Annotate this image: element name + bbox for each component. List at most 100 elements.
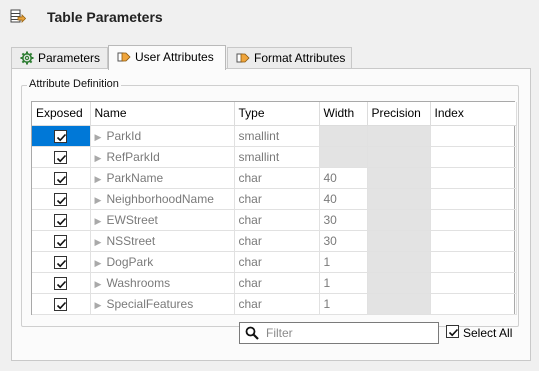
exposed-checkbox[interactable] [54, 129, 68, 143]
tab-user-attributes[interactable]: User Attributes [108, 45, 226, 70]
table-row[interactable]: ▶ ParkName char 40 [32, 167, 517, 189]
tab-format-attributes[interactable]: Format Attributes [227, 47, 352, 69]
exposed-checkbox[interactable] [54, 150, 68, 164]
table-row[interactable]: ▶ NeighborhoodName char 40 [32, 188, 517, 210]
exposed-cell[interactable] [32, 125, 91, 147]
expand-arrow-icon[interactable]: ▶ [95, 174, 107, 185]
index-cell[interactable] [430, 188, 517, 210]
column-header-type[interactable]: Type [234, 102, 320, 126]
precision-cell[interactable] [367, 230, 431, 252]
exposed-cell[interactable] [32, 230, 91, 252]
expand-arrow-icon[interactable]: ▶ [95, 237, 107, 248]
width-cell[interactable]: 40 [319, 167, 368, 189]
table-row[interactable]: ▶ ParkId smallint [32, 125, 517, 147]
precision-cell[interactable] [367, 167, 431, 189]
expand-arrow-icon[interactable]: ▶ [95, 279, 107, 290]
column-header-precision[interactable]: Precision [367, 102, 431, 126]
index-cell[interactable] [430, 125, 517, 147]
header: Table Parameters [0, 0, 539, 38]
name-cell[interactable]: ▶ Washrooms [90, 272, 235, 294]
column-header-index[interactable]: Index [430, 102, 517, 126]
width-cell[interactable]: 30 [319, 230, 368, 252]
table-row[interactable]: ▶ EWStreet char 30 [32, 209, 517, 231]
tab-parameters[interactable]: Parameters [11, 47, 108, 69]
column-header-width[interactable]: Width [319, 102, 368, 126]
width-cell[interactable] [319, 146, 368, 168]
table-row[interactable]: ▶ SpecialFeatures char 1 [32, 293, 517, 315]
name-cell[interactable]: ▶ ParkId [90, 125, 235, 147]
precision-cell[interactable] [367, 293, 431, 315]
exposed-checkbox[interactable] [54, 234, 68, 248]
exposed-cell[interactable] [32, 251, 91, 273]
name-cell[interactable]: ▶ SpecialFeatures [90, 293, 235, 315]
precision-cell[interactable] [367, 146, 431, 168]
index-cell[interactable] [430, 230, 517, 252]
attribute-name: SpecialFeatures [106, 296, 194, 311]
gear-icon [20, 51, 34, 65]
table-row[interactable]: ▶ Washrooms char 1 [32, 272, 517, 294]
name-cell[interactable]: ▶ NeighborhoodName [90, 188, 235, 210]
width-cell[interactable]: 1 [319, 293, 368, 315]
attribute-grid: Exposed Name Type Width Precision Index … [31, 101, 517, 315]
column-header-name[interactable]: Name [90, 102, 235, 126]
select-all-checkbox[interactable] [446, 325, 459, 338]
expand-arrow-icon[interactable]: ▶ [95, 300, 107, 311]
width-cell[interactable]: 40 [319, 188, 368, 210]
table-row[interactable]: ▶ DogPark char 1 [32, 251, 517, 273]
index-cell[interactable] [430, 167, 517, 189]
name-cell[interactable]: ▶ DogPark [90, 251, 235, 273]
checkmark-icon [448, 328, 459, 337]
expand-arrow-icon[interactable]: ▶ [95, 153, 107, 164]
width-cell[interactable]: 30 [319, 209, 368, 231]
column-header-exposed[interactable]: Exposed [32, 102, 91, 126]
expand-arrow-icon[interactable]: ▶ [95, 258, 107, 269]
name-cell[interactable]: ▶ RefParkId [90, 146, 235, 168]
type-cell[interactable]: char [234, 251, 320, 273]
precision-cell[interactable] [367, 188, 431, 210]
table-row[interactable]: ▶ RefParkId smallint [32, 146, 517, 168]
name-cell[interactable]: ▶ EWStreet [90, 209, 235, 231]
type-cell[interactable]: char [234, 230, 320, 252]
precision-cell[interactable] [367, 251, 431, 273]
exposed-checkbox[interactable] [54, 192, 68, 206]
name-cell[interactable]: ▶ NSStreet [90, 230, 235, 252]
exposed-checkbox[interactable] [54, 213, 68, 227]
table-row[interactable]: ▶ NSStreet char 30 [32, 230, 517, 252]
type-cell[interactable]: smallint [234, 125, 320, 147]
index-cell[interactable] [430, 293, 517, 315]
filter-input[interactable] [266, 325, 434, 341]
precision-cell[interactable] [367, 209, 431, 231]
type-cell[interactable]: char [234, 167, 320, 189]
width-cell[interactable]: 1 [319, 251, 368, 273]
exposed-checkbox[interactable] [54, 171, 68, 185]
exposed-cell[interactable] [32, 272, 91, 294]
index-cell[interactable] [430, 146, 517, 168]
width-cell[interactable]: 1 [319, 272, 368, 294]
type-cell[interactable]: char [234, 293, 320, 315]
exposed-checkbox[interactable] [54, 276, 68, 290]
name-cell[interactable]: ▶ ParkName [90, 167, 235, 189]
precision-cell[interactable] [367, 125, 431, 147]
type-cell[interactable]: char [234, 188, 320, 210]
precision-cell[interactable] [367, 272, 431, 294]
expand-arrow-icon[interactable]: ▶ [95, 216, 107, 227]
exposed-cell[interactable] [32, 293, 91, 315]
exposed-cell[interactable] [32, 146, 91, 168]
exposed-cell[interactable] [32, 209, 91, 231]
type-cell[interactable]: char [234, 272, 320, 294]
index-cell[interactable] [430, 209, 517, 231]
filter-box [239, 322, 439, 344]
exposed-checkbox[interactable] [54, 255, 68, 269]
attribute-name: NSStreet [106, 233, 156, 248]
attribute-name: DogPark [106, 254, 154, 269]
width-cell[interactable] [319, 125, 368, 147]
exposed-checkbox[interactable] [54, 297, 68, 311]
index-cell[interactable] [430, 272, 517, 294]
expand-arrow-icon[interactable]: ▶ [95, 132, 107, 143]
expand-arrow-icon[interactable]: ▶ [95, 195, 107, 206]
exposed-cell[interactable] [32, 167, 91, 189]
exposed-cell[interactable] [32, 188, 91, 210]
type-cell[interactable]: smallint [234, 146, 320, 168]
index-cell[interactable] [430, 251, 517, 273]
type-cell[interactable]: char [234, 209, 320, 231]
